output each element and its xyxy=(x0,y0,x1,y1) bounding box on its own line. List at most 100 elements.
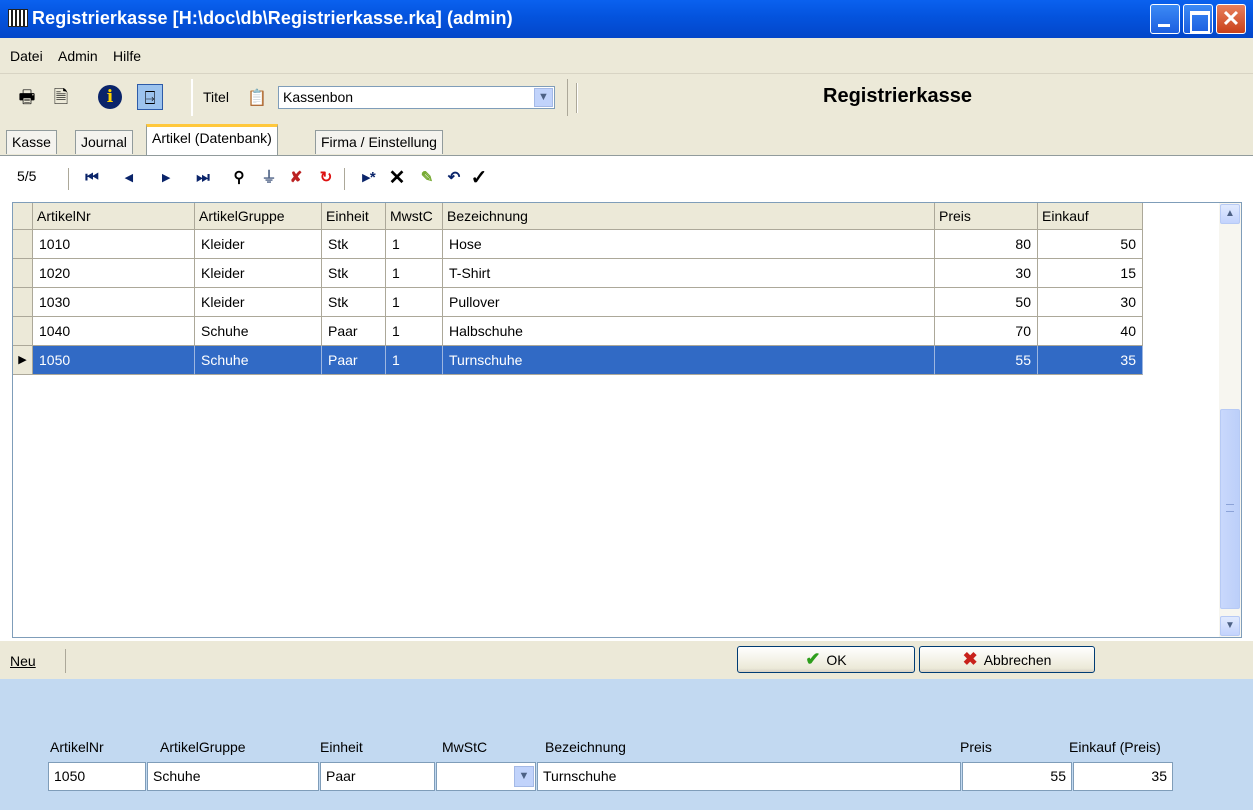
vertical-scrollbar[interactable]: ▲ ▼ xyxy=(1219,203,1241,637)
table-cell[interactable]: 1 xyxy=(386,346,443,375)
table-cell[interactable]: 30 xyxy=(935,259,1038,288)
scroll-down-icon[interactable]: ▼ xyxy=(1220,616,1240,636)
post-icon[interactable]: ✓ xyxy=(468,166,490,190)
table-cell[interactable]: 50 xyxy=(1038,230,1143,259)
table-cell[interactable]: 1020 xyxy=(33,259,195,288)
menu-hilfe[interactable]: Hilfe xyxy=(113,48,141,64)
table-cell[interactable]: Turnschuhe xyxy=(443,346,935,375)
artikelnr-field[interactable]: 1050 xyxy=(48,762,146,791)
table-cell[interactable]: Schuhe xyxy=(195,317,322,346)
table-cell[interactable]: Kleider xyxy=(195,259,322,288)
ok-button[interactable]: ✔ OK xyxy=(737,646,915,673)
row-header[interactable] xyxy=(13,317,33,346)
table-cell[interactable]: 1030 xyxy=(33,288,195,317)
table-cell[interactable]: 40 xyxy=(1038,317,1143,346)
tab-kasse[interactable]: Kasse xyxy=(6,130,57,154)
preis-field[interactable]: 55 xyxy=(962,762,1072,791)
einkauf-field[interactable]: 35 xyxy=(1073,762,1173,791)
last-record-icon[interactable]: ⏭ xyxy=(192,166,214,190)
document-icon[interactable]: 🗎 xyxy=(48,84,74,110)
menu-datei[interactable]: Datei xyxy=(10,48,43,64)
current-row-indicator-icon[interactable]: ▶ xyxy=(13,346,33,375)
table-cell[interactable]: 1 xyxy=(386,230,443,259)
info-icon[interactable]: i xyxy=(98,85,122,109)
table-row[interactable]: ▶ 1050 Schuhe Paar 1 Turnschuhe 55 35 xyxy=(13,346,1143,375)
table-cell[interactable]: 1 xyxy=(386,288,443,317)
title-bar[interactable]: Registrierkasse [H:\doc\db\Registrierkas… xyxy=(0,0,1253,38)
new-button[interactable]: Neu xyxy=(6,649,66,673)
table-cell[interactable]: 1040 xyxy=(33,317,195,346)
table-cell[interactable]: 70 xyxy=(935,317,1038,346)
table-cell[interactable]: 1050 xyxy=(33,346,195,375)
table-cell[interactable]: Stk xyxy=(322,259,386,288)
title-select[interactable]: Kassenbon ▼ xyxy=(278,86,555,109)
minimize-button[interactable] xyxy=(1150,4,1180,34)
table-cell[interactable]: Pullover xyxy=(443,288,935,317)
table-cell[interactable]: 1 xyxy=(386,317,443,346)
table-cell[interactable]: 1010 xyxy=(33,230,195,259)
cancel-button[interactable]: ✖ Abbrechen xyxy=(919,646,1095,673)
checkmark-icon: ✔ xyxy=(805,649,821,669)
close-button[interactable]: ✕ xyxy=(1216,4,1246,34)
find-icon[interactable]: ⚲ xyxy=(228,166,250,190)
articles-grid[interactable]: ArtikelNr ArtikelGruppe Einheit MwstC Be… xyxy=(12,202,1242,638)
table-cell[interactable]: T-Shirt xyxy=(443,259,935,288)
column-header[interactable]: Einheit xyxy=(322,203,386,230)
exit-door-icon[interactable]: ⍈ xyxy=(137,84,163,110)
table-cell[interactable]: Schuhe xyxy=(195,346,322,375)
edit-record-icon[interactable]: ✎ xyxy=(416,166,438,190)
menu-admin[interactable]: Admin xyxy=(58,48,98,64)
bezeichnung-field[interactable]: Turnschuhe xyxy=(537,762,961,791)
undo-icon[interactable]: ↶ xyxy=(443,166,465,190)
table-cell[interactable]: 55 xyxy=(935,346,1038,375)
delete-record-icon[interactable]: ✕ xyxy=(386,166,408,190)
prev-record-icon[interactable]: ◂ xyxy=(118,166,140,190)
table-cell[interactable]: 1 xyxy=(386,259,443,288)
insert-record-icon[interactable]: ▸* xyxy=(354,166,384,190)
first-record-icon[interactable]: ⏮ xyxy=(81,166,103,190)
table-cell[interactable]: Halbschuhe xyxy=(443,317,935,346)
table-cell[interactable]: Kleider xyxy=(195,230,322,259)
row-header-corner xyxy=(13,203,33,230)
table-cell[interactable]: 80 xyxy=(935,230,1038,259)
column-header[interactable]: Preis xyxy=(935,203,1038,230)
gruppe-field[interactable]: Schuhe xyxy=(147,762,319,791)
printer-icon[interactable]: 🖶 xyxy=(14,84,40,110)
row-header[interactable] xyxy=(13,230,33,259)
table-row[interactable]: 1010 Kleider Stk 1 Hose 80 50 xyxy=(13,230,1143,259)
column-header[interactable]: ArtikelGruppe xyxy=(195,203,322,230)
table-cell[interactable]: Stk xyxy=(322,288,386,317)
table-row[interactable]: 1040 Schuhe Paar 1 Halbschuhe 70 40 xyxy=(13,317,1143,346)
mwst-select[interactable]: ▼ xyxy=(436,762,536,791)
table-cell[interactable]: 35 xyxy=(1038,346,1143,375)
table-cell[interactable]: Hose xyxy=(443,230,935,259)
einheit-field[interactable]: Paar xyxy=(320,762,435,791)
chevron-down-icon[interactable]: ▼ xyxy=(514,766,534,787)
next-record-icon[interactable]: ▸ xyxy=(155,166,177,190)
column-header[interactable]: Bezeichnung xyxy=(443,203,935,230)
table-cell[interactable]: 15 xyxy=(1038,259,1143,288)
row-header[interactable] xyxy=(13,288,33,317)
table-row[interactable]: 1030 Kleider Stk 1 Pullover 50 30 xyxy=(13,288,1143,317)
table-row[interactable]: 1020 Kleider Stk 1 T-Shirt 30 15 xyxy=(13,259,1143,288)
clear-filter-icon[interactable]: ✘ xyxy=(285,166,307,190)
filter-icon[interactable]: ⏚ xyxy=(258,166,280,190)
maximize-button[interactable] xyxy=(1183,4,1213,34)
table-cell[interactable]: 30 xyxy=(1038,288,1143,317)
refresh-icon[interactable]: ↻ xyxy=(315,166,337,190)
table-cell[interactable]: 50 xyxy=(935,288,1038,317)
scroll-thumb[interactable] xyxy=(1220,409,1240,609)
chevron-down-icon[interactable]: ▼ xyxy=(534,88,553,107)
column-header[interactable]: Einkauf xyxy=(1038,203,1143,230)
tab-journal[interactable]: Journal xyxy=(75,130,133,154)
tab-artikel[interactable]: Artikel (Datenbank) xyxy=(146,124,278,155)
tab-firma[interactable]: Firma / Einstellung xyxy=(315,130,443,154)
table-cell[interactable]: Kleider xyxy=(195,288,322,317)
table-cell[interactable]: Paar xyxy=(322,317,386,346)
column-header[interactable]: MwstC xyxy=(386,203,443,230)
row-header[interactable] xyxy=(13,259,33,288)
scroll-up-icon[interactable]: ▲ xyxy=(1220,204,1240,224)
column-header[interactable]: ArtikelNr xyxy=(33,203,195,230)
table-cell[interactable]: Stk xyxy=(322,230,386,259)
table-cell[interactable]: Paar xyxy=(322,346,386,375)
